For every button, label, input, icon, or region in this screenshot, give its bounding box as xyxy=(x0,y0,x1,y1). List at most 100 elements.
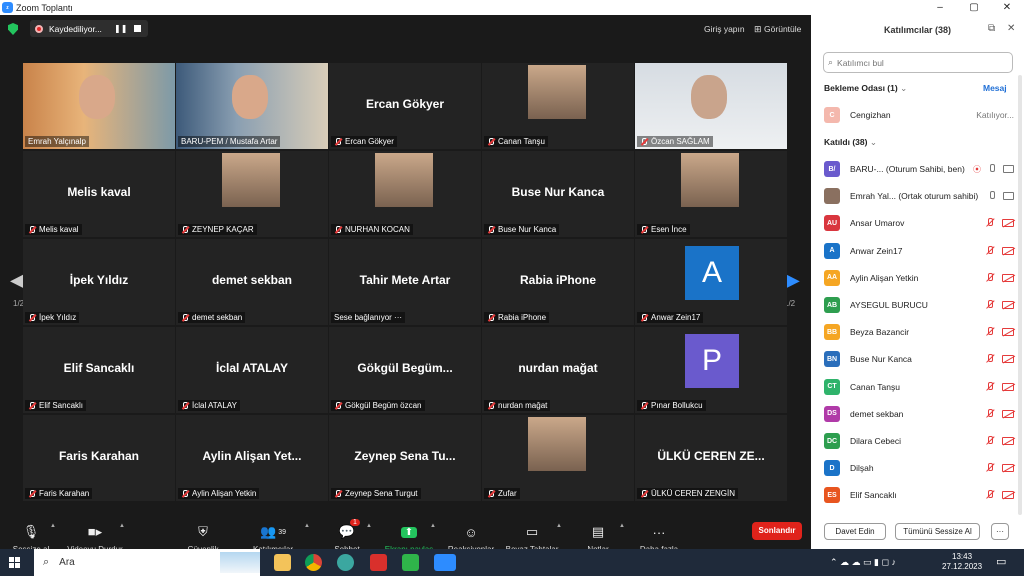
next-page-arrow-icon[interactable]: ▶ xyxy=(786,270,800,291)
video-tile[interactable]: Buse Nur Kanca Buse Nur Kanca xyxy=(482,151,634,237)
stop-recording-icon[interactable] xyxy=(134,25,141,32)
video-icon[interactable] xyxy=(1003,192,1014,201)
video-tile[interactable]: Tahir Mete Artar Sese bağlanıyor ··· xyxy=(329,239,481,325)
video-tile[interactable]: Melis kaval Melis kaval xyxy=(23,151,175,237)
video-tile[interactable]: Esen İnce xyxy=(635,151,787,237)
participant-row[interactable]: ES Elif Sancaklı xyxy=(824,485,1014,505)
video-tile[interactable]: Elif Sancaklı Elif Sancaklı xyxy=(23,327,175,413)
popout-icon[interactable]: ⧉ xyxy=(988,23,995,34)
mute-all-button[interactable]: Tümünü Sessize Al xyxy=(895,523,980,540)
participant-row[interactable]: BB Beyza Bazancir xyxy=(824,322,1014,342)
whiteboard-options-chevron-icon[interactable]: ▲ xyxy=(556,523,562,529)
muted-mic-icon[interactable] xyxy=(985,354,995,364)
video-tile[interactable]: Zeynep Sena Tu... Zeynep Sena Turgut xyxy=(329,415,481,501)
invite-button[interactable]: Davet Edin xyxy=(824,523,886,540)
panel-more-button[interactable]: ··· xyxy=(991,523,1009,540)
video-tile[interactable]: NURHAN KOCAN xyxy=(329,151,481,237)
video-off-icon[interactable] xyxy=(1002,301,1014,309)
video-tile[interactable]: A Anwar Zein17 xyxy=(635,239,787,325)
system-tray-icons[interactable]: ⌃ ☁ ☁ ▭ ▮ ◻ ♪ xyxy=(830,557,896,568)
pause-recording-icon[interactable]: ❚❚ xyxy=(114,24,127,33)
muted-mic-icon[interactable] xyxy=(985,300,995,310)
muted-mic-icon[interactable] xyxy=(985,381,995,392)
video-off-icon[interactable] xyxy=(1002,328,1014,337)
chat-options-chevron-icon[interactable]: ▲ xyxy=(366,523,372,529)
waiting-participant-row[interactable]: C Cengizhan Katılıyor... xyxy=(824,105,1014,125)
video-tile[interactable]: Faris Karahan Faris Karahan xyxy=(23,415,175,501)
video-tile[interactable]: Emrah Yalçınalp xyxy=(23,63,175,149)
participant-row[interactable]: B/BARU-... (Oturum Sahibi, ben) ⦿ xyxy=(824,159,1014,179)
joined-header[interactable]: Katıldı (38) ⌄ xyxy=(824,137,877,148)
mic-icon[interactable] xyxy=(988,191,996,201)
app-icon[interactable] xyxy=(337,554,354,571)
muted-mic-icon[interactable] xyxy=(985,408,995,419)
participant-row[interactable]: Emrah Yal... (Ortak oturum sahibi) xyxy=(824,186,1014,206)
video-tile[interactable]: Rabia iPhone Rabia iPhone xyxy=(482,239,634,325)
video-tile[interactable]: Zufar xyxy=(482,415,634,501)
video-off-icon[interactable] xyxy=(1002,273,1014,282)
notification-icon[interactable]: ▭ xyxy=(996,555,1006,568)
video-tile[interactable]: İpek Yıldız İpek Yıldız xyxy=(23,239,175,325)
video-tile[interactable]: P Pınar Bollukcu xyxy=(635,327,787,413)
video-tile[interactable]: Aylin Alişan Yet... Aylin Alişan Yetkin xyxy=(176,415,328,501)
video-tile[interactable]: ÜLKÜ CEREN ZE... ÜLKÜ CEREN ZENGİN xyxy=(635,415,787,501)
video-tile[interactable]: Gökgül Begüm... Gökgül Begüm özcan xyxy=(329,327,481,413)
end-meeting-button[interactable]: Sonlandır xyxy=(752,522,802,540)
chrome-icon[interactable] xyxy=(305,554,322,571)
muted-mic-icon[interactable] xyxy=(985,245,995,256)
video-tile[interactable]: BARU-PEM / Mustafa Artar xyxy=(176,63,328,149)
video-off-icon[interactable] xyxy=(1002,246,1014,255)
participant-search[interactable]: ⌕ xyxy=(823,52,1013,73)
waiting-room-header[interactable]: Bekleme Odası (1) ⌄ xyxy=(824,83,907,94)
view-button[interactable]: ⊞ Görüntüle xyxy=(754,24,801,35)
participants-options-chevron-icon[interactable]: ▲ xyxy=(304,523,310,529)
participant-row[interactable]: AU Ansar Umarov xyxy=(824,213,1014,233)
video-tile[interactable]: Ercan Gökyer Ercan Gökyer xyxy=(329,63,481,149)
video-off-icon[interactable] xyxy=(1002,219,1014,228)
prev-page-arrow-icon[interactable]: ◀ xyxy=(10,270,24,291)
video-off-icon[interactable] xyxy=(1002,437,1014,445)
video-off-icon[interactable] xyxy=(1002,409,1014,418)
participant-row[interactable]: AA Aylin Alişan Yetkin xyxy=(824,268,1014,288)
mic-icon[interactable] xyxy=(988,164,996,174)
close-window-icon[interactable]: ✕ xyxy=(991,0,1023,15)
waiting-message-link[interactable]: Mesaj xyxy=(983,83,1007,93)
participant-row[interactable]: D Dilşah xyxy=(824,458,1014,478)
participant-search-input[interactable] xyxy=(837,57,998,68)
phone-app-icon[interactable] xyxy=(402,554,419,571)
close-panel-icon[interactable]: ✕ xyxy=(1007,23,1015,34)
video-icon[interactable] xyxy=(1003,165,1014,173)
participant-row[interactable]: DS demet sekban xyxy=(824,404,1014,424)
taskbar-clock[interactable]: 13:43 27.12.2023 xyxy=(942,552,982,572)
video-off-icon[interactable] xyxy=(1002,355,1014,364)
participant-row[interactable]: A Anwar Zein17 xyxy=(824,241,1014,261)
muted-mic-icon[interactable] xyxy=(985,436,995,446)
participant-row[interactable]: CT Canan Tanşu xyxy=(824,377,1014,397)
video-tile[interactable]: nurdan mağat nurdan mağat xyxy=(482,327,634,413)
muted-mic-icon[interactable] xyxy=(985,327,995,337)
video-tile[interactable]: Canan Tanşu xyxy=(482,63,634,149)
signin-link[interactable]: Giriş yapın xyxy=(704,24,745,34)
encryption-shield-icon[interactable] xyxy=(8,23,18,35)
video-off-icon[interactable] xyxy=(1002,491,1014,500)
audio-options-chevron-icon[interactable]: ▲ xyxy=(50,523,56,529)
file-explorer-icon[interactable] xyxy=(274,554,291,571)
panel-scrollbar[interactable] xyxy=(1018,75,1022,515)
video-tile[interactable]: Özcan SAĞLAM xyxy=(635,63,787,149)
video-options-chevron-icon[interactable]: ▲ xyxy=(119,523,125,529)
muted-mic-icon[interactable] xyxy=(985,490,995,500)
maximize-icon[interactable]: ▢ xyxy=(958,0,990,15)
muted-mic-icon[interactable] xyxy=(985,272,995,283)
muted-mic-icon[interactable] xyxy=(985,463,995,473)
acrobat-icon[interactable] xyxy=(370,554,387,571)
video-tile[interactable]: demet sekban demet sekban xyxy=(176,239,328,325)
zoom-taskbar-icon[interactable] xyxy=(434,554,456,571)
video-tile[interactable]: ZEYNEP KAÇAR xyxy=(176,151,328,237)
video-off-icon[interactable] xyxy=(1002,464,1014,473)
video-tile[interactable]: İclal ATALAY İclal ATALAY xyxy=(176,327,328,413)
participant-row[interactable]: AB AYSEGUL BURUCU xyxy=(824,295,1014,315)
minimize-icon[interactable]: – xyxy=(924,0,956,15)
participant-row[interactable]: DC Dilara Cebeci xyxy=(824,431,1014,451)
video-off-icon[interactable] xyxy=(1002,382,1014,391)
windows-start-icon[interactable] xyxy=(9,557,20,568)
